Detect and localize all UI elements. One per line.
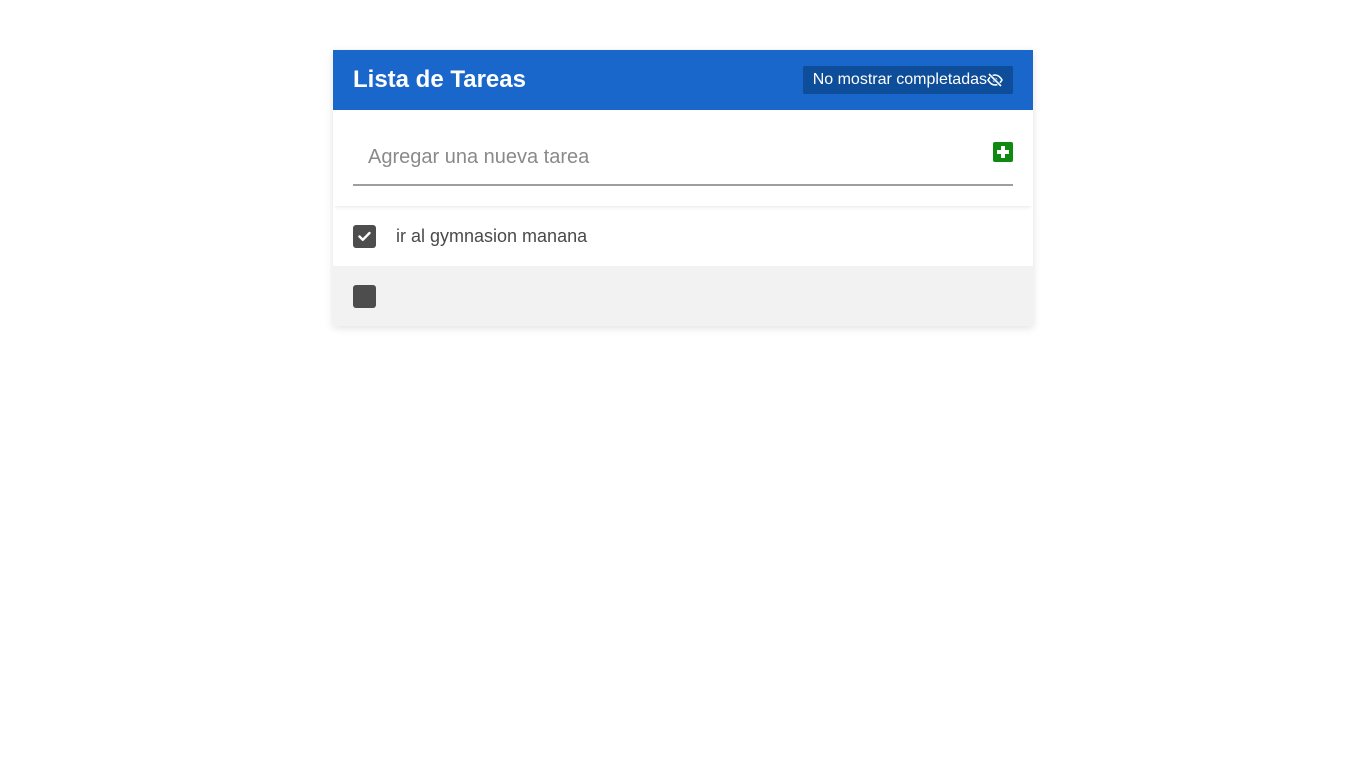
new-task-section [333, 110, 1033, 206]
card-header: Lista de Tareas No mostrar completadas [333, 50, 1033, 110]
task-checkbox-unchecked[interactable] [353, 284, 376, 308]
hide-completed-button[interactable]: No mostrar completadas [802, 66, 1013, 94]
task-list: ir al gymnasion manana [333, 206, 1033, 326]
check-icon [358, 231, 371, 241]
task-item: ir al gymnasion manana [333, 206, 1033, 266]
hide-completed-label: No mostrar completadas [812, 71, 987, 88]
task-text: ir al gymnasion manana [396, 225, 588, 246]
task-item [333, 266, 1033, 326]
task-checkbox-checked[interactable] [353, 224, 376, 248]
todo-card: Lista de Tareas No mostrar completadas A… [333, 50, 1033, 326]
new-task-input[interactable] [353, 130, 1013, 186]
add-task-plus-icon[interactable] [993, 142, 1013, 162]
eye-slash-icon [987, 73, 1003, 87]
page-title: Lista de Tareas [353, 66, 526, 93]
